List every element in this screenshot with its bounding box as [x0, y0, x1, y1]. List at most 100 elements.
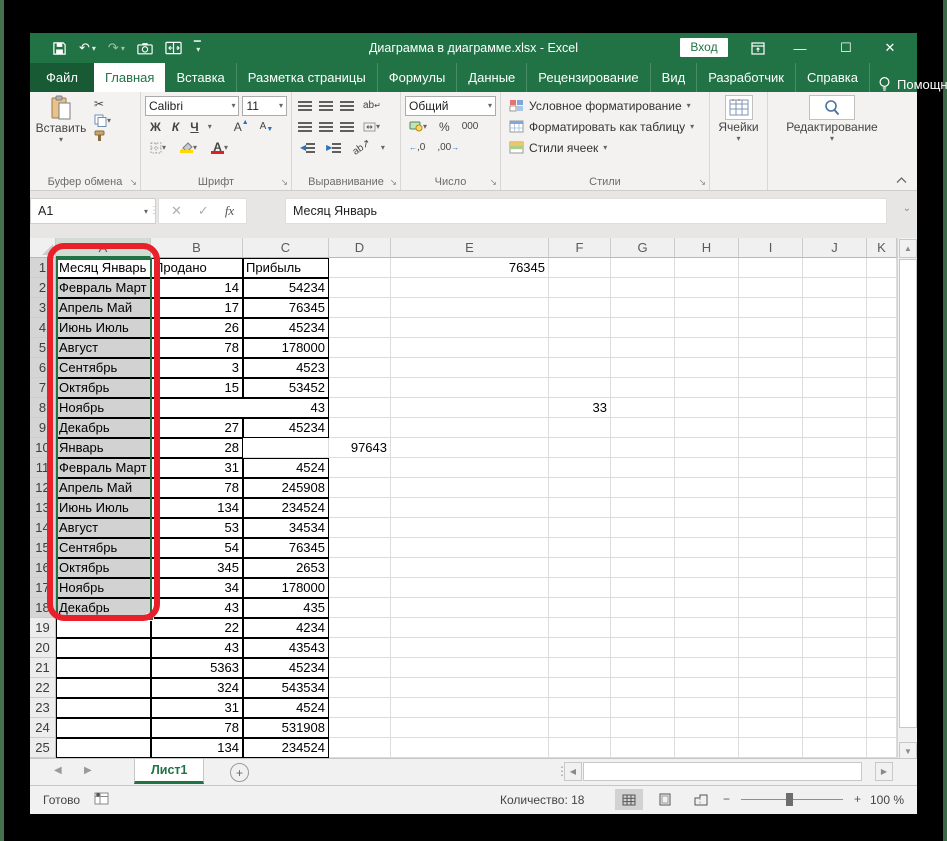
cell-H6[interactable]	[675, 358, 739, 378]
align-right-icon[interactable]	[340, 121, 354, 132]
cell-I1[interactable]	[739, 258, 803, 278]
cell-F21[interactable]	[549, 658, 611, 678]
cell-K20[interactable]	[867, 638, 897, 658]
cell-I8[interactable]	[739, 398, 803, 418]
cell-K1[interactable]	[867, 258, 897, 278]
cell-G4[interactable]	[611, 318, 675, 338]
paste-button[interactable]: Вставить ▾	[34, 95, 88, 173]
comma-style-button[interactable]: 000	[462, 121, 479, 132]
column-header-K[interactable]: K	[867, 238, 897, 258]
cell-F25[interactable]	[549, 738, 611, 758]
cell-G3[interactable]	[611, 298, 675, 318]
cell-B16[interactable]: 345	[151, 558, 243, 578]
cell-H10[interactable]	[675, 438, 739, 458]
cell-D11[interactable]	[329, 458, 391, 478]
cell-F17[interactable]	[549, 578, 611, 598]
format-as-table-button[interactable]: Форматировать как таблицу ▾	[509, 116, 705, 137]
cell-F10[interactable]	[549, 438, 611, 458]
align-center-icon[interactable]	[319, 121, 333, 132]
cell-D19[interactable]	[329, 618, 391, 638]
cell-I9[interactable]	[739, 418, 803, 438]
cell-K3[interactable]	[867, 298, 897, 318]
cell-I2[interactable]	[739, 278, 803, 298]
cell-E6[interactable]	[391, 358, 549, 378]
cell-C15[interactable]: 76345	[243, 538, 329, 558]
italic-button[interactable]: К	[172, 120, 179, 134]
cell-C24[interactable]: 531908	[243, 718, 329, 738]
ribbon-tab-0[interactable]: Файл	[30, 63, 94, 92]
cell-G23[interactable]	[611, 698, 675, 718]
row-header-17[interactable]: 17	[30, 578, 56, 598]
copy-icon[interactable]: ▾	[94, 114, 111, 127]
cell-E18[interactable]	[391, 598, 549, 618]
cell-J3[interactable]	[803, 298, 867, 318]
cell-E5[interactable]	[391, 338, 549, 358]
cell-J9[interactable]	[803, 418, 867, 438]
cell-J16[interactable]	[803, 558, 867, 578]
accounting-format-icon[interactable]: ▾	[409, 121, 427, 132]
row-header-1[interactable]: 1	[30, 258, 56, 278]
cell-D8[interactable]	[329, 398, 391, 418]
cell-B7[interactable]: 15	[151, 378, 243, 398]
cells-button[interactable]: Ячейки ▾	[714, 95, 763, 173]
hscroll-right-icon[interactable]: ▶	[875, 762, 893, 781]
cell-B1[interactable]: Продано	[151, 258, 243, 278]
cell-J14[interactable]	[803, 518, 867, 538]
cell-H18[interactable]	[675, 598, 739, 618]
cell-C5[interactable]: 178000	[243, 338, 329, 358]
cell-E9[interactable]	[391, 418, 549, 438]
cell-C4[interactable]: 45234	[243, 318, 329, 338]
cell-I4[interactable]	[739, 318, 803, 338]
cell-F16[interactable]	[549, 558, 611, 578]
cell-G19[interactable]	[611, 618, 675, 638]
editing-button[interactable]: Редактирование ▾	[777, 95, 887, 173]
cell-D5[interactable]	[329, 338, 391, 358]
name-box-dropdown-icon[interactable]: ▾	[144, 207, 148, 216]
cell-A7[interactable]: Октябрь	[56, 378, 151, 398]
cell-C12[interactable]: 245908	[243, 478, 329, 498]
cell-E17[interactable]	[391, 578, 549, 598]
cell-G15[interactable]	[611, 538, 675, 558]
cell-G13[interactable]	[611, 498, 675, 518]
add-sheet-icon[interactable]: +	[230, 763, 249, 782]
cell-E23[interactable]	[391, 698, 549, 718]
cell-A16[interactable]: Октябрь	[56, 558, 151, 578]
cell-G14[interactable]	[611, 518, 675, 538]
cell-F3[interactable]	[549, 298, 611, 318]
cell-A21[interactable]	[56, 658, 151, 678]
cell-F13[interactable]	[549, 498, 611, 518]
align-bottom-icon[interactable]	[340, 100, 354, 111]
cell-I13[interactable]	[739, 498, 803, 518]
align-middle-icon[interactable]	[319, 100, 333, 111]
cell-F4[interactable]	[549, 318, 611, 338]
ribbon-display-options-icon[interactable]	[748, 33, 768, 63]
cell-B17[interactable]: 34	[151, 578, 243, 598]
column-header-H[interactable]: H	[675, 238, 739, 258]
cell-H17[interactable]	[675, 578, 739, 598]
row-header-24[interactable]: 24	[30, 718, 56, 738]
cell-I18[interactable]	[739, 598, 803, 618]
cell-J8[interactable]	[803, 398, 867, 418]
column-header-G[interactable]: G	[611, 238, 675, 258]
cell-E8[interactable]	[391, 398, 549, 418]
cell-D4[interactable]	[329, 318, 391, 338]
row-header-22[interactable]: 22	[30, 678, 56, 698]
cell-D1[interactable]	[329, 258, 391, 278]
cell-J10[interactable]	[803, 438, 867, 458]
clipboard-dialog-launcher-icon[interactable]: ↘	[129, 177, 137, 188]
cell-B14[interactable]: 53	[151, 518, 243, 538]
cell-J1[interactable]	[803, 258, 867, 278]
name-box[interactable]: A1 ▾	[30, 198, 156, 224]
align-left-icon[interactable]	[298, 121, 312, 132]
cell-H21[interactable]	[675, 658, 739, 678]
cell-I7[interactable]	[739, 378, 803, 398]
cell-E13[interactable]	[391, 498, 549, 518]
scroll-down-icon[interactable]: ▼	[899, 742, 917, 758]
cell-styles-button[interactable]: Стили ячеек ▾	[509, 137, 705, 158]
row-header-15[interactable]: 15	[30, 538, 56, 558]
cell-D22[interactable]	[329, 678, 391, 698]
orientation-icon[interactable]: ab ↗	[351, 137, 373, 157]
cell-G5[interactable]	[611, 338, 675, 358]
cell-G9[interactable]	[611, 418, 675, 438]
formula-input[interactable]: Месяц Январь	[285, 198, 887, 224]
